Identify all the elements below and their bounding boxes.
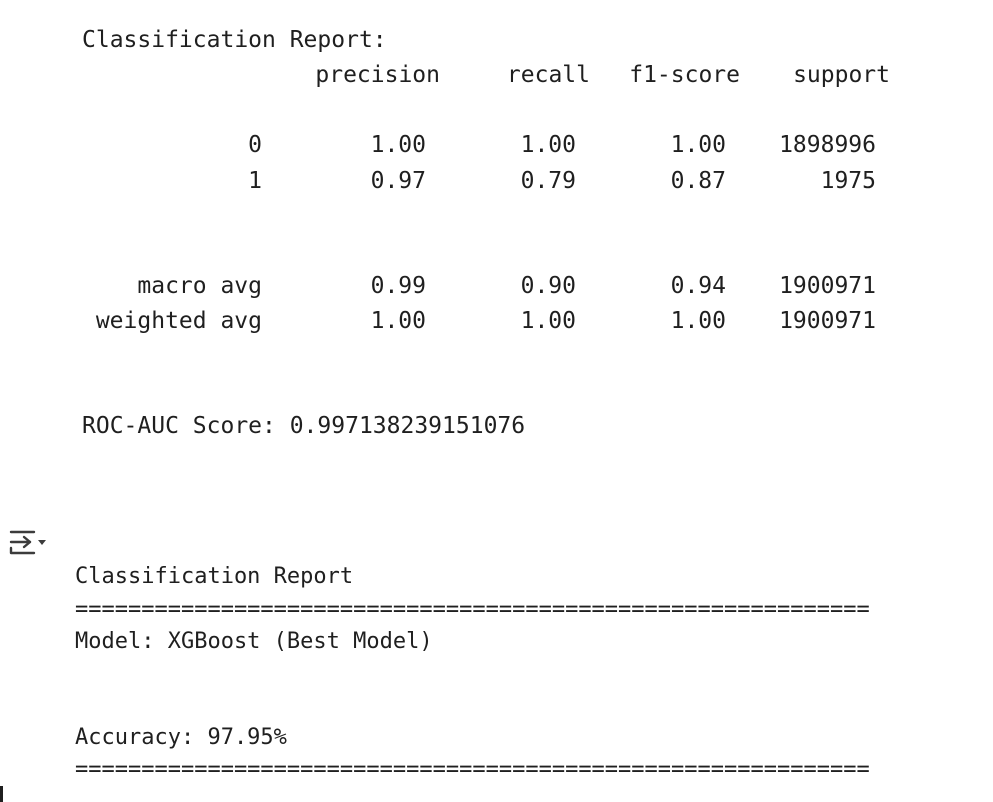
separator-line: ========================================… bbox=[75, 757, 870, 782]
recall-value: 0.79 bbox=[520, 168, 576, 194]
f1-value: 1.00 bbox=[670, 132, 726, 158]
output-toggle-icon-svg bbox=[9, 530, 46, 555]
text-cursor bbox=[0, 786, 3, 802]
header-support: support bbox=[793, 62, 890, 88]
support-value: 1900971 bbox=[779, 308, 876, 334]
accuracy-value: Accuracy: 97.95% bbox=[75, 725, 287, 750]
row-label: 0 bbox=[248, 132, 262, 158]
roc-auc-score: ROC-AUC Score: 0.997138239151076 bbox=[82, 413, 526, 439]
recall-value: 1.00 bbox=[520, 132, 576, 158]
precision-value: 0.99 bbox=[370, 273, 426, 299]
row-label: 1 bbox=[248, 168, 262, 194]
f1-value: 1.00 bbox=[670, 308, 726, 334]
recall-value: 0.90 bbox=[520, 273, 576, 299]
report-title: Classification Report: bbox=[82, 27, 387, 53]
output-toggle-icon[interactable] bbox=[8, 528, 48, 560]
support-value: 1898996 bbox=[779, 132, 876, 158]
row-label: macro avg bbox=[137, 273, 262, 299]
f1-value: 0.94 bbox=[670, 273, 726, 299]
header-recall: recall bbox=[506, 62, 590, 88]
support-value: 1900971 bbox=[779, 273, 876, 299]
separator-line: ========================================… bbox=[75, 597, 870, 622]
precision-value: 1.00 bbox=[370, 308, 426, 334]
precision-value: 0.97 bbox=[370, 168, 426, 194]
report-title: Classification Report bbox=[75, 564, 354, 589]
header-f1-score: f1-score bbox=[629, 62, 740, 88]
model-name: Model: XGBoost (Best Model) bbox=[75, 629, 433, 654]
header-precision: precision bbox=[315, 62, 440, 88]
precision-value: 1.00 bbox=[370, 132, 426, 158]
support-value: 1975 bbox=[820, 168, 876, 194]
recall-value: 1.00 bbox=[520, 308, 576, 334]
notebook-output-view: { "report1": { "title": "Classification … bbox=[0, 0, 993, 802]
row-label: weighted avg bbox=[95, 308, 262, 334]
f1-value: 0.87 bbox=[670, 168, 726, 194]
